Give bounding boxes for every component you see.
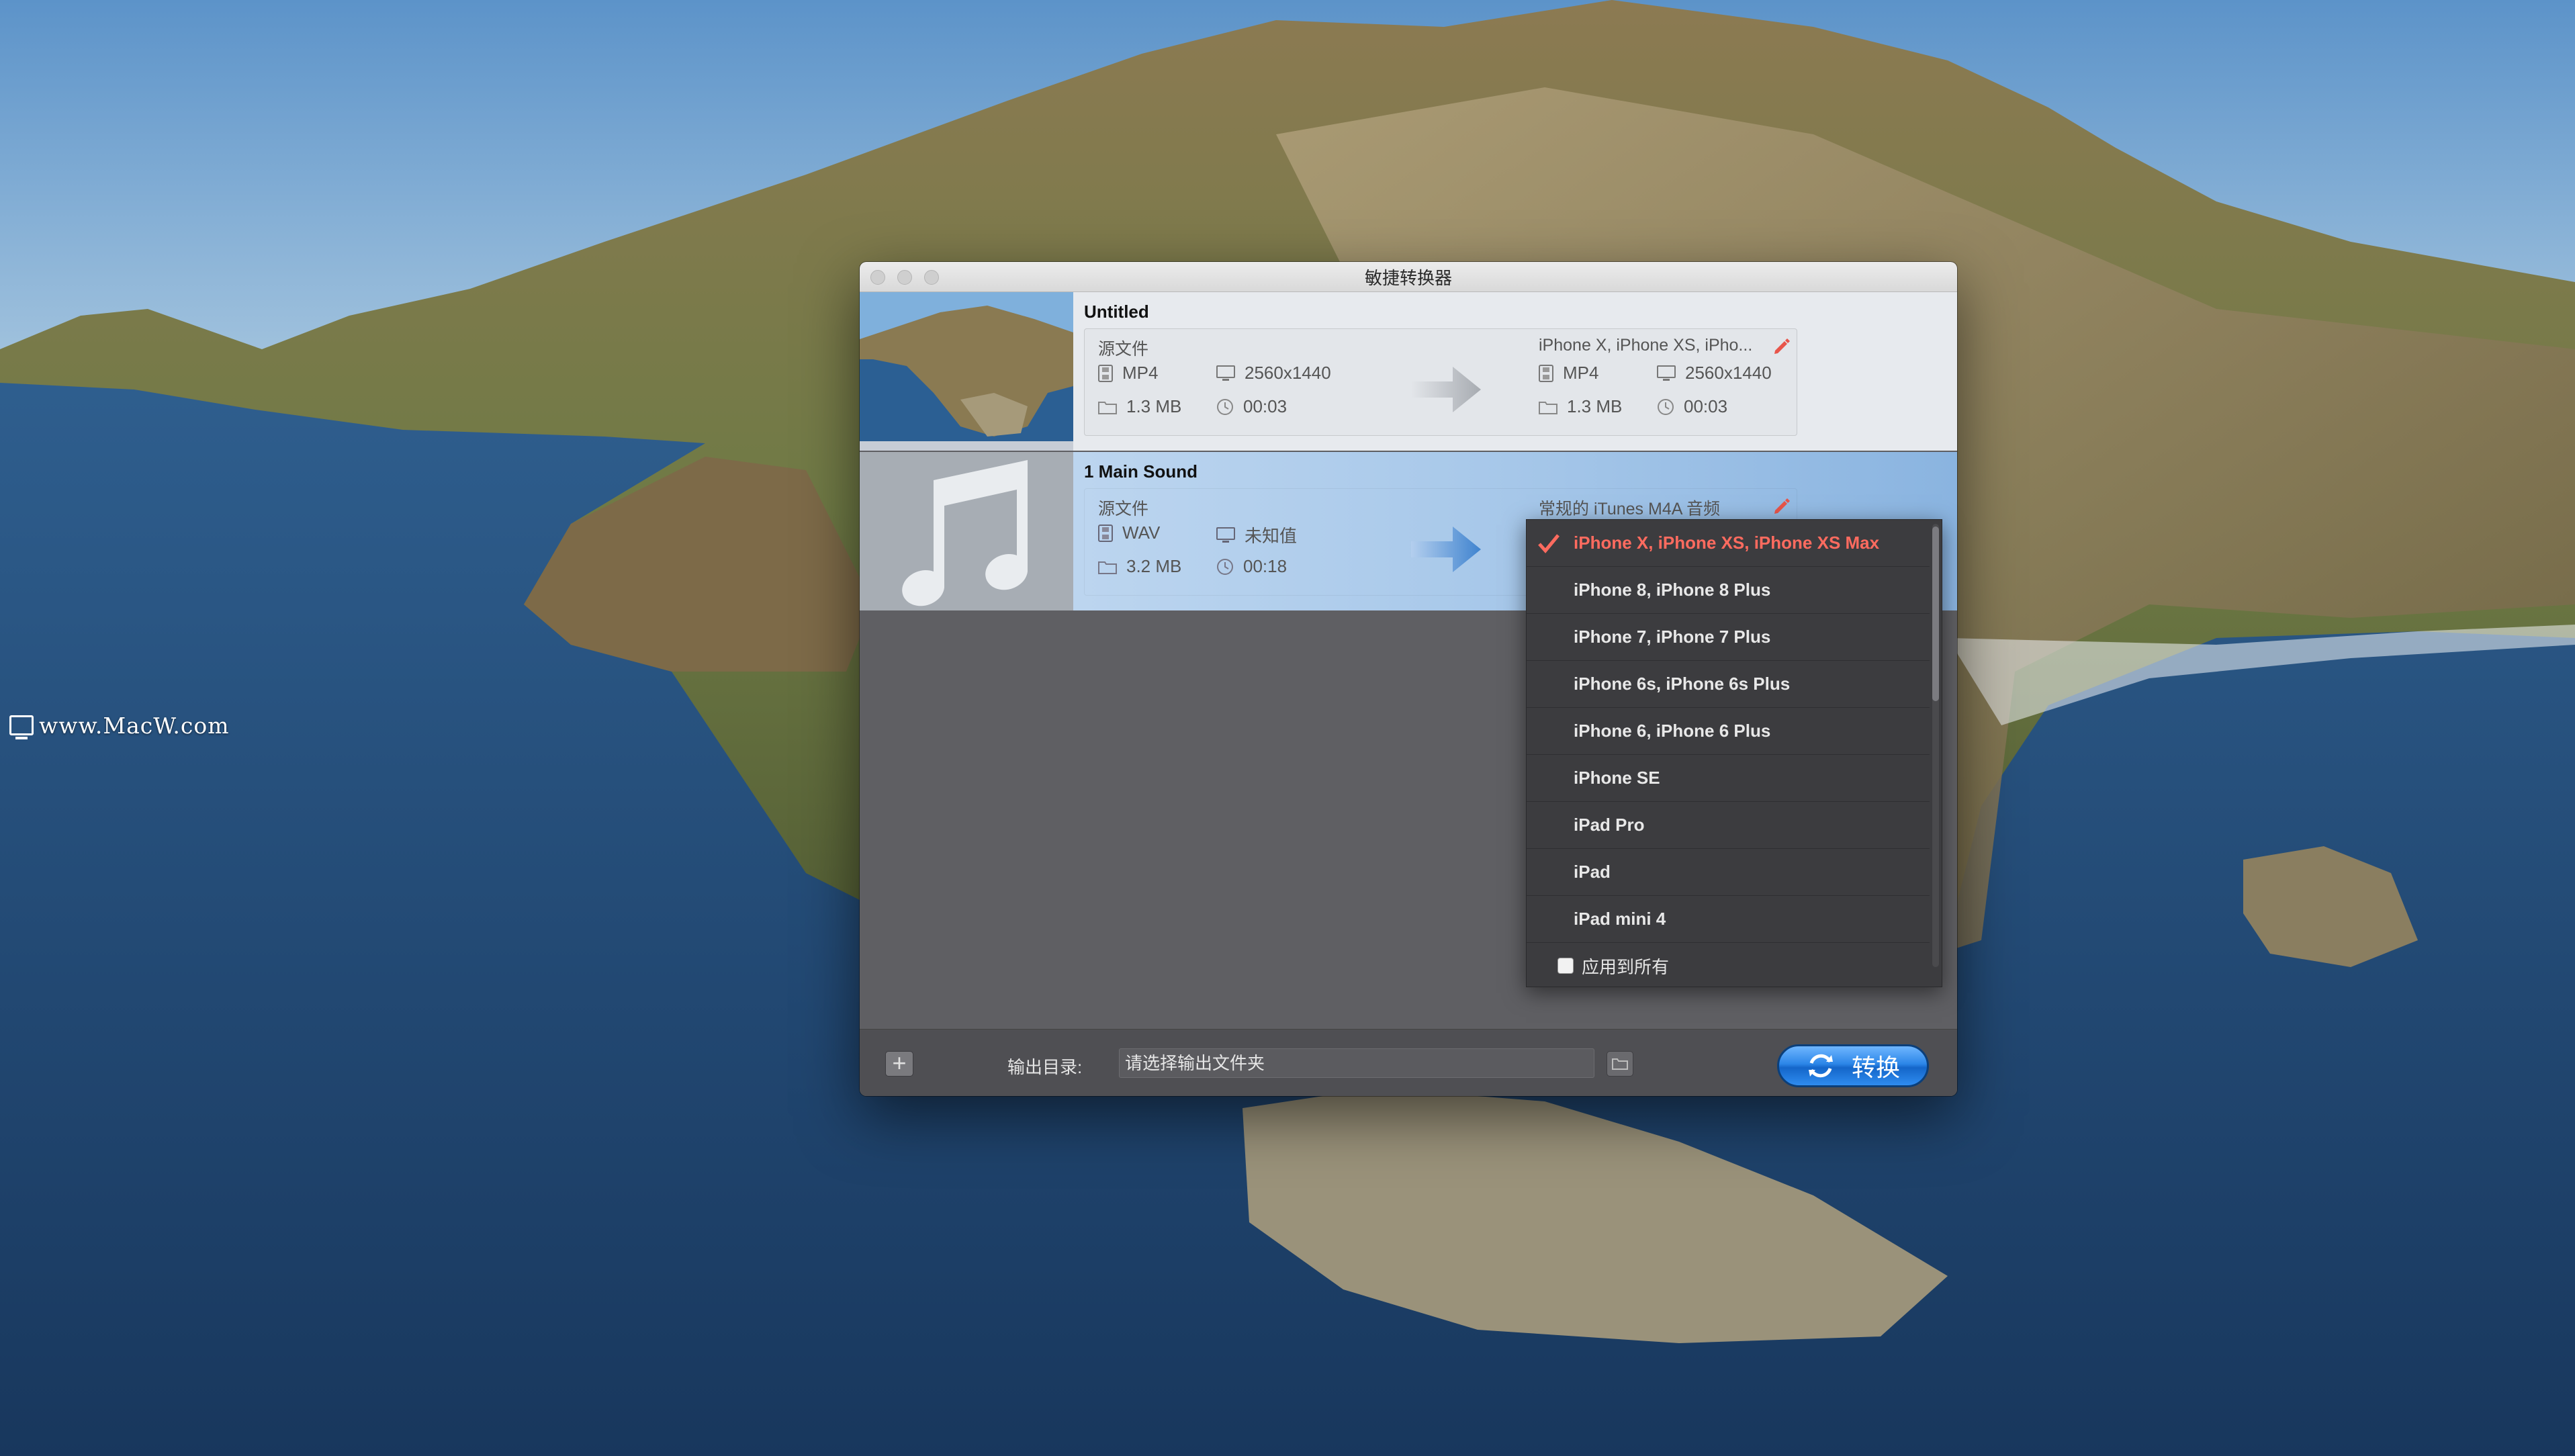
monitor-icon [9, 715, 34, 739]
output-directory-input[interactable] [1119, 1048, 1594, 1078]
conversion-panel: 源文件 MP4 2560x1440 1.3 MB 00:03 iPhone X,… [1084, 328, 1797, 436]
pencil-icon[interactable] [1771, 336, 1791, 356]
clock-icon [1217, 558, 1233, 575]
checkmark-icon [1538, 534, 1560, 553]
menu-item-label: iPad mini 4 [1574, 909, 1666, 929]
clock-icon [1658, 398, 1674, 415]
menu-item-iphone-se[interactable]: iPhone SE [1527, 755, 1930, 802]
target-format: MP4 [1539, 363, 1598, 383]
file-row[interactable]: Untitled 源文件 MP4 2560x1440 1.3 MB 00:03 [860, 292, 1957, 451]
menu-item-label: iPhone SE [1574, 768, 1660, 788]
folder-icon [1612, 1058, 1628, 1070]
film-icon [1098, 524, 1113, 542]
menu-item-label: iPad [1574, 862, 1611, 882]
menu-item-ipad[interactable]: iPad [1527, 849, 1930, 896]
music-note-icon [902, 460, 1028, 606]
folder-icon [1539, 401, 1557, 414]
menu-scrollbar-thumb[interactable] [1932, 527, 1939, 701]
window-title: 敏捷转换器 [1364, 267, 1452, 288]
bottom-toolbar: + 输出目录: 转换 [860, 1029, 1957, 1096]
monitor-icon [1657, 365, 1676, 381]
convert-arrow-icon [1411, 367, 1481, 412]
menu-item-label: iPhone 8, iPhone 8 Plus [1574, 580, 1771, 600]
source-duration: 00:18 [1216, 556, 1287, 577]
add-file-button[interactable]: + [885, 1051, 913, 1077]
apply-to-all-checkbox[interactable] [1557, 958, 1574, 974]
convert-button-label: 转换 [1851, 1054, 1900, 1081]
target-duration-value: 00:03 [1684, 396, 1728, 416]
source-duration-value: 00:03 [1243, 396, 1288, 416]
source-label: 源文件 [1098, 340, 1149, 359]
close-window-button[interactable] [870, 270, 885, 285]
source-format-value: MP4 [1122, 363, 1159, 383]
target-size-value: 1.3 MB [1567, 396, 1623, 416]
menu-item-ipad-mini-4[interactable]: iPad mini 4 [1527, 896, 1930, 943]
folder-icon [1098, 561, 1117, 574]
menu-item-label: iPhone 6, iPhone 6 Plus [1574, 721, 1771, 741]
monitor-icon [1216, 527, 1235, 543]
menu-item-label: iPhone 7, iPhone 7 Plus [1574, 627, 1771, 647]
menu-item-iphone-6[interactable]: iPhone 6, iPhone 6 Plus [1527, 708, 1930, 755]
apply-to-all-label: 应用到所有 [1582, 956, 1670, 977]
menu-item-iphone-x[interactable]: iPhone X, iPhone XS, iPhone XS Max [1527, 520, 1930, 567]
zoom-window-button[interactable] [924, 270, 939, 285]
folder-icon [1098, 401, 1117, 414]
film-icon [1539, 364, 1553, 382]
source-resolution-value: 2560x1440 [1245, 363, 1331, 383]
menu-item-iphone-6s[interactable]: iPhone 6s, iPhone 6s Plus [1527, 661, 1930, 708]
file-title: 1 Main Sound [1084, 461, 1198, 482]
browse-folder-button[interactable] [1607, 1051, 1633, 1077]
source-resolution: 未知值 [1216, 522, 1297, 547]
source-resolution-value: 未知值 [1245, 526, 1298, 546]
convert-button[interactable]: 转换 [1777, 1044, 1929, 1087]
source-format: MP4 [1098, 363, 1158, 383]
target-preset-label[interactable]: 常规的 iTunes M4A 音频 [1539, 496, 1720, 520]
watermark-text: www.MacW.com [39, 712, 230, 739]
title-bar: 敏捷转换器 [860, 262, 1957, 292]
monitor-icon [1216, 365, 1235, 381]
source-format-value: WAV [1122, 522, 1161, 543]
apply-to-all-option[interactable]: 应用到所有 [1527, 946, 1930, 986]
source-duration-value: 00:18 [1243, 556, 1288, 576]
menu-item-iphone-7[interactable]: iPhone 7, iPhone 7 Plus [1527, 614, 1930, 661]
menu-item-label: iPhone 6s, iPhone 6s Plus [1574, 674, 1791, 694]
target-resolution: 2560x1440 [1657, 363, 1772, 383]
source-size-value: 3.2 MB [1126, 556, 1182, 576]
source-format: WAV [1098, 522, 1160, 543]
refresh-icon [1808, 1054, 1833, 1078]
film-icon [1098, 364, 1113, 382]
source-resolution: 2560x1440 [1216, 363, 1331, 383]
source-size: 1.3 MB [1098, 396, 1181, 417]
target-size: 1.3 MB [1539, 396, 1622, 417]
source-size: 3.2 MB [1098, 556, 1181, 577]
target-preset-label[interactable]: iPhone X, iPhone XS, iPho... [1539, 336, 1752, 355]
menu-item-ipad-pro[interactable]: iPad Pro [1527, 802, 1930, 849]
video-thumbnail [860, 292, 1073, 451]
source-label: 源文件 [1098, 500, 1149, 518]
clock-icon [1217, 398, 1233, 415]
watermark: www.MacW.com [9, 711, 230, 740]
output-directory-label: 输出目录: [1007, 1057, 1083, 1077]
target-resolution-value: 2560x1440 [1685, 363, 1772, 383]
menu-item-iphone-8[interactable]: iPhone 8, iPhone 8 Plus [1527, 567, 1930, 614]
source-duration: 00:03 [1216, 396, 1287, 417]
file-title: Untitled [1084, 302, 1149, 322]
pencil-icon[interactable] [1771, 496, 1791, 516]
source-size-value: 1.3 MB [1126, 396, 1182, 416]
target-format-value: MP4 [1563, 363, 1599, 383]
minimize-window-button[interactable] [897, 270, 912, 285]
convert-arrow-icon [1411, 527, 1481, 572]
preset-dropdown-menu[interactable]: iPhone X, iPhone XS, iPhone XS Max iPhon… [1526, 519, 1942, 987]
menu-item-label: iPhone X, iPhone XS, iPhone XS Max [1574, 533, 1880, 553]
audio-thumbnail [860, 452, 1073, 610]
menu-item-label: iPad Pro [1574, 815, 1645, 835]
target-duration: 00:03 [1657, 396, 1727, 417]
